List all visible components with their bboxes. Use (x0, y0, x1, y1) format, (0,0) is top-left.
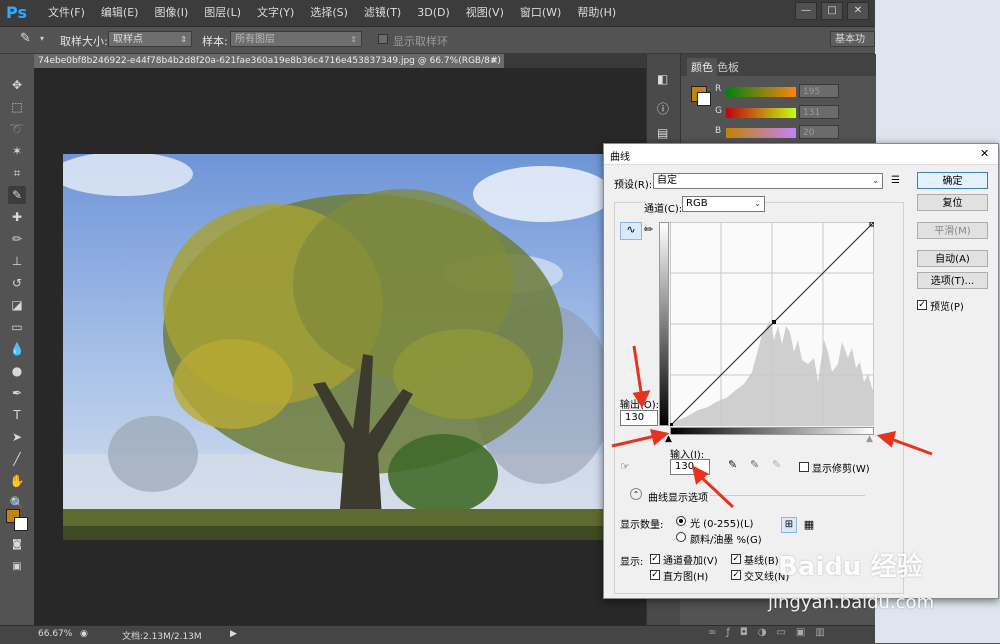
watermark-url: jingyan.baidu.com (768, 592, 935, 613)
baidu-watermark: Baidu 经验 jingyan.baidu.com (760, 540, 1000, 630)
arrow-black-point-head (649, 429, 670, 446)
arrow-output-head (632, 390, 651, 409)
watermark-brand: Baidu 经验 (778, 552, 923, 582)
arrow-output (632, 345, 643, 393)
arrow-black-point (611, 434, 656, 448)
layer-panel-footer-icons[interactable]: ∞ƒ◘◑▭▣▥ (708, 627, 835, 638)
arrow-white-point-head (876, 431, 897, 448)
arrow-input (699, 475, 735, 509)
arrow-white-point (890, 437, 933, 456)
